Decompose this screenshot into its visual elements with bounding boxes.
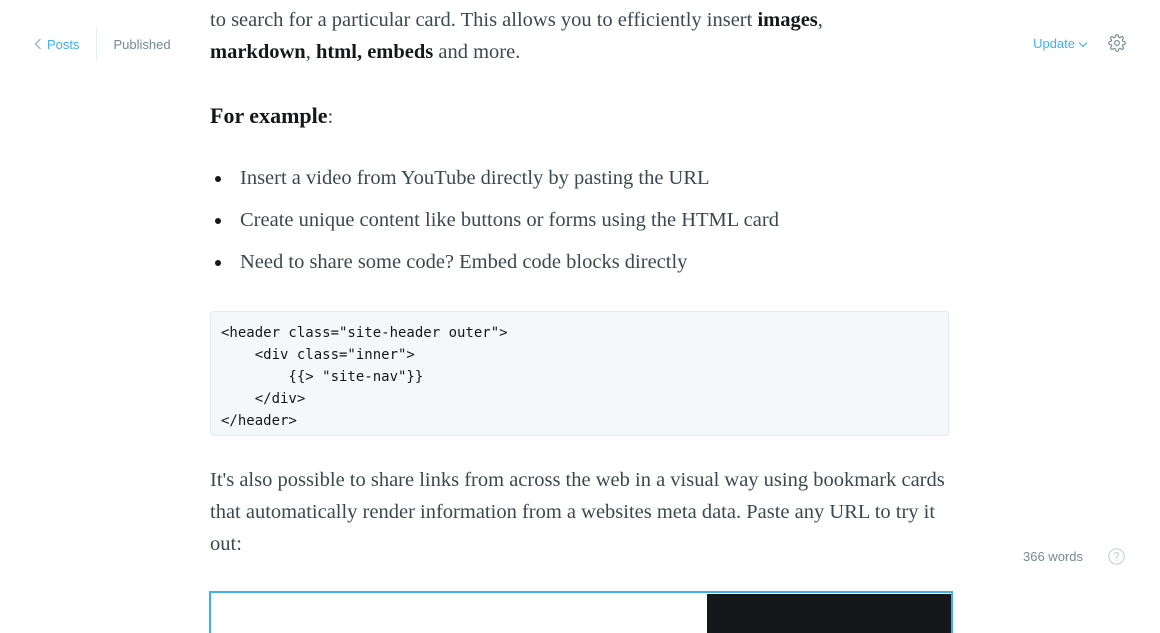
update-button[interactable]: Update xyxy=(1033,36,1088,51)
p1-text-b: , xyxy=(817,9,823,31)
for-example-label: For example xyxy=(210,103,328,128)
p1-text-a: to search for a particular card. This al… xyxy=(210,9,758,31)
question-circle-icon xyxy=(1108,548,1125,565)
list-item: Insert a video from YouTube directly by … xyxy=(210,162,779,204)
editor-topbar-right: Update xyxy=(1033,30,1126,56)
update-button-label: Update xyxy=(1033,35,1075,51)
code-line: {{> "site-nav"}} xyxy=(221,369,424,385)
chevron-left-icon xyxy=(34,38,41,50)
list-item: Need to share some code? Embed code bloc… xyxy=(210,246,779,288)
post-settings-button[interactable] xyxy=(1108,34,1126,52)
paragraph-for-example: For example: xyxy=(210,100,333,133)
p1-bold-images: images xyxy=(757,9,818,31)
example-list: Insert a video from YouTube directly by … xyxy=(210,162,779,288)
help-button[interactable] xyxy=(1108,548,1125,570)
gear-icon xyxy=(1108,34,1126,52)
post-status: Published xyxy=(113,36,171,52)
p1-text-c: , xyxy=(305,41,316,63)
paragraph-cards-intro: to search for a particular card. This al… xyxy=(210,4,950,68)
chevron-down-icon xyxy=(1078,41,1088,47)
list-item: Create unique content like buttons or fo… xyxy=(210,204,779,246)
code-line: </div> xyxy=(221,391,306,407)
for-example-colon: : xyxy=(327,106,334,128)
paragraph-bookmark-cards: It's also possible to share links from a… xyxy=(210,469,945,555)
back-link-label: Posts xyxy=(47,36,80,52)
p1-text-d: and more. xyxy=(433,41,521,63)
editor-topbar-left: Posts Published xyxy=(34,26,171,62)
bookmark-card[interactable] xyxy=(209,591,953,633)
word-count: 366 words xyxy=(1023,549,1083,564)
p1-bold-markdown: markdown xyxy=(210,41,306,63)
code-line: <div class="inner"> xyxy=(221,347,415,363)
code-block-card[interactable]: <header class="site-header outer"> <div … xyxy=(210,311,949,436)
back-to-posts-link[interactable]: Posts xyxy=(34,27,96,61)
code-line: <header class="site-header outer"> xyxy=(221,325,508,341)
code-line: </header> xyxy=(221,413,297,429)
p1-bold-html-embeds: html, embeds xyxy=(315,41,434,63)
